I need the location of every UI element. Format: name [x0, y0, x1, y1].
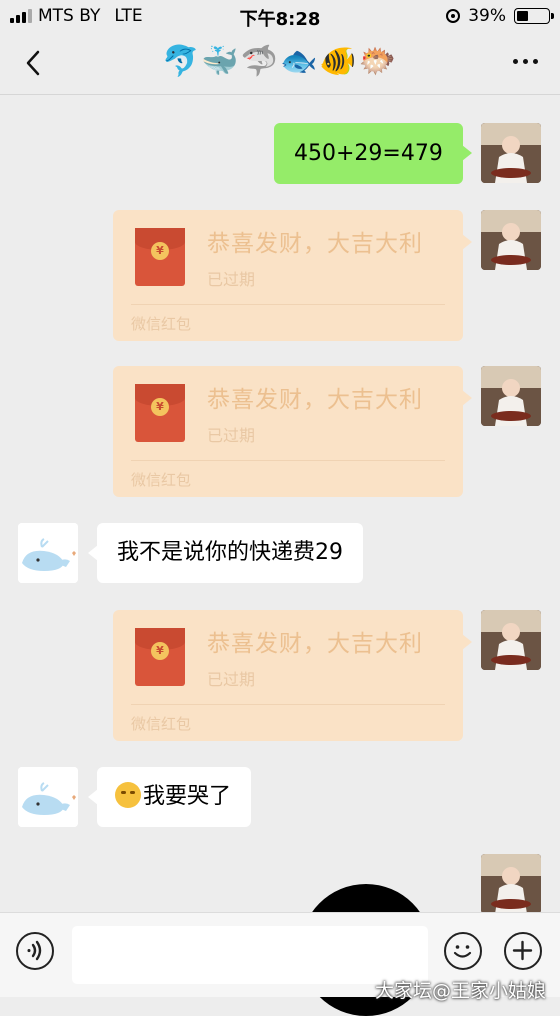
red-packet-card[interactable]: ¥ 恭喜发财，大吉大利 已过期 微信红包: [113, 610, 472, 741]
red-envelope-icon: ¥: [135, 628, 185, 686]
divider: [131, 460, 445, 461]
plus-icon[interactable]: [504, 932, 542, 970]
red-packet-title: 恭喜发财，大吉大利: [207, 631, 423, 657]
voice-icon[interactable]: [16, 932, 54, 970]
user-avatar[interactable]: [481, 366, 541, 426]
red-packet-card[interactable]: ¥ 恭喜发财，大吉大利 已过期 微信红包: [113, 366, 472, 497]
contact-avatar[interactable]: [18, 523, 78, 583]
status-right: 39%: [446, 6, 554, 26]
message-list[interactable]: 450+29=479 ¥ 恭喜发财，大吉大利 已过期 微信红包 ¥ 恭喜发财，大…: [0, 95, 560, 915]
chat-header: 🐬🐳🦈🐟🐠🐡: [0, 32, 560, 95]
received-message-bubble[interactable]: 我不是说你的快递费29: [88, 523, 363, 583]
red-packet-title: 恭喜发财，大吉大利: [207, 387, 423, 413]
sent-message-bubble[interactable]: 450+29=479: [274, 123, 472, 184]
user-avatar[interactable]: [481, 610, 541, 670]
red-packet-footer: 微信红包: [131, 715, 192, 733]
red-packet-footer: 微信红包: [131, 471, 192, 489]
battery-percent: 39%: [468, 6, 506, 26]
user-avatar[interactable]: [481, 123, 541, 183]
red-packet-status: 已过期: [207, 670, 256, 689]
red-envelope-icon: ¥: [135, 384, 185, 442]
watermark: 大家坛@王家小姑娘: [374, 980, 546, 1002]
message-text: 我要哭了: [143, 784, 232, 809]
red-packet-footer: 微信红包: [131, 315, 192, 333]
divider: [131, 704, 445, 705]
user-avatar[interactable]: [481, 210, 541, 270]
red-packet-card[interactable]: ¥ 恭喜发财，大吉大利 已过期 微信红包: [113, 210, 472, 341]
battery-icon: [514, 8, 554, 24]
user-avatar[interactable]: [481, 854, 541, 914]
crying-face-icon: [115, 782, 141, 808]
emoji-face-icon[interactable]: [444, 932, 482, 970]
received-message-bubble[interactable]: 我要哭了: [87, 767, 252, 827]
chat-title: 🐬🐳🦈🐟🐠🐡: [161, 44, 399, 79]
red-envelope-icon: ¥: [135, 228, 185, 286]
divider: [131, 304, 445, 305]
status-bar: MTS BY LTE 下午8:28 39%: [0, 0, 560, 32]
orientation-lock-icon: [446, 9, 461, 23]
red-packet-status: 已过期: [207, 426, 256, 445]
more-dots-icon[interactable]: [513, 59, 538, 64]
red-packet-title: 恭喜发财，大吉大利: [207, 231, 423, 257]
red-packet-status: 已过期: [207, 270, 256, 289]
contact-avatar[interactable]: [18, 767, 78, 827]
